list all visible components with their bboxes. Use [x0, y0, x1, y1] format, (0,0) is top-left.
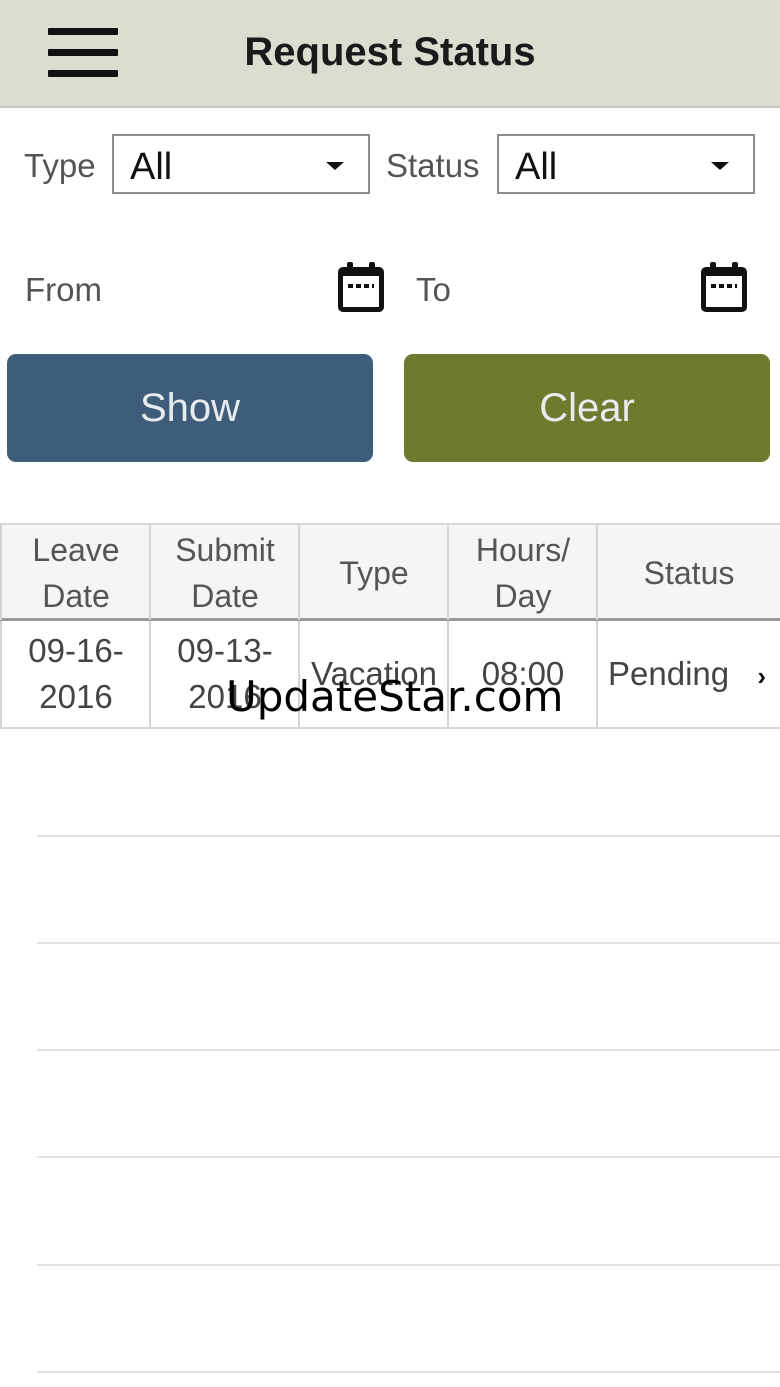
submit-date-cell: 09-13-2016 [149, 621, 299, 727]
hours-day-cell: 08:00 [447, 621, 597, 727]
page-title: Request Status [244, 30, 536, 74]
dropdown-caret-icon [711, 162, 729, 170]
to-calendar-icon[interactable] [701, 262, 747, 312]
empty-row-divider [37, 942, 780, 944]
app-header: Request Status [0, 0, 780, 108]
table-header: Leave Date Submit Date Type Hours/ Day S… [0, 523, 780, 621]
clear-button[interactable]: Clear [404, 354, 770, 462]
to-date-label: To [416, 271, 451, 308]
status-select[interactable]: All [497, 134, 755, 194]
from-calendar-icon[interactable] [338, 262, 384, 312]
status-cell: Pending [596, 621, 780, 727]
table-row[interactable]: 09-16-2016 09-13-2016 Vacation 08:00 Pen… [0, 621, 780, 729]
empty-row-divider [37, 1371, 780, 1373]
empty-row-divider [37, 835, 780, 837]
column-header-hours-day: Hours/ Day [447, 525, 597, 620]
empty-row-divider [37, 1156, 780, 1158]
show-button[interactable]: Show [7, 354, 373, 462]
empty-row-divider [37, 1049, 780, 1051]
chevron-right-icon: › [757, 661, 766, 691]
type-select[interactable]: All [112, 134, 370, 194]
from-date-label: From [25, 271, 102, 308]
type-select-value: All [130, 146, 173, 188]
status-filter-label: Status [386, 147, 480, 184]
column-header-type: Type [298, 525, 448, 620]
type-filter-label: Type [24, 147, 96, 184]
column-header-status: Status [596, 525, 780, 620]
leave-date-cell: 09-16-2016 [0, 621, 150, 727]
type-cell: Vacation [298, 621, 448, 727]
column-header-submit-date: Submit Date [149, 525, 299, 620]
status-select-value: All [515, 146, 558, 188]
empty-row-divider [37, 1264, 780, 1266]
dropdown-caret-icon [326, 162, 344, 170]
column-header-leave-date: Leave Date [0, 525, 150, 620]
